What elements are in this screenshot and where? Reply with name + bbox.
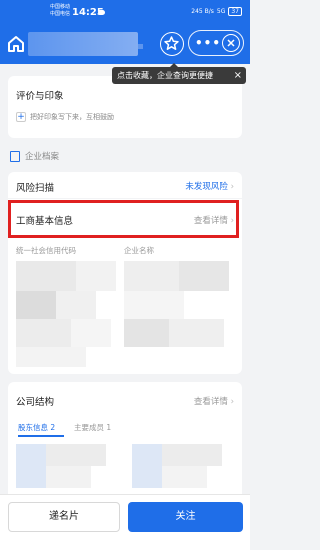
star-icon[interactable] <box>160 32 184 56</box>
battery-icon: 37 <box>228 7 242 16</box>
redacted-value <box>16 319 71 347</box>
signal-indicator: 5G <box>216 8 226 15</box>
redacted-shareholder <box>162 466 207 488</box>
redacted-shareholder <box>132 444 162 488</box>
carrier-1: 中国移动 <box>50 4 71 10</box>
redacted-value <box>16 291 56 319</box>
network-speed: 245 B/s <box>191 8 214 15</box>
tab-members-label: 主要成员 <box>74 423 104 432</box>
structure-link-text: 查看详情 <box>193 397 228 407</box>
credit-code-label: 统一社会信用代码 <box>16 246 76 255</box>
more-icon[interactable]: ••• <box>195 37 221 49</box>
review-title: 评价与印象 <box>16 91 64 102</box>
company-structure-card: 公司结构 查看详情 › 股东信息 2 主要成员 1 <box>8 382 242 494</box>
tooltip-text: 点击收藏，企业查询更便捷 <box>117 71 213 80</box>
chevron-right-icon: › <box>230 397 234 407</box>
redacted-value <box>169 319 224 347</box>
plus-icon: + <box>16 112 26 122</box>
home-icon[interactable] <box>6 34 26 54</box>
status-icons: 245 B/s 5G 37 <box>191 7 242 16</box>
document-icon <box>10 150 20 162</box>
mini-program-capsule: ••• <box>188 30 244 56</box>
wechat-icon <box>98 10 105 15</box>
write-review-button[interactable]: + 把好印象写下来，互相鼓励 <box>16 112 114 122</box>
follow-button[interactable]: 关注 <box>128 502 243 532</box>
redacted-shareholder <box>46 444 106 466</box>
highlight-box <box>8 200 239 238</box>
send-card-button[interactable]: 递名片 <box>8 502 120 532</box>
redacted-shareholder <box>46 466 91 488</box>
redacted-value <box>124 291 184 319</box>
redacted-value <box>76 261 116 291</box>
header-decoration <box>138 44 143 49</box>
tab-shareholders-label: 股东信息 <box>18 423 48 432</box>
risk-status[interactable]: 未发现风险 › <box>185 180 234 192</box>
redacted-value <box>179 261 229 291</box>
active-tab-indicator <box>18 435 64 437</box>
structure-detail-link[interactable]: 查看详情 › <box>194 395 234 407</box>
redacted-value <box>124 261 179 291</box>
redacted-shareholder <box>16 444 46 488</box>
redacted-shareholder <box>162 444 222 466</box>
tab-shareholders-count: 2 <box>50 423 56 432</box>
risk-scan-row[interactable]: 风险扫描 未发现风险 › <box>8 172 242 198</box>
review-hint: 把好印象写下来，互相鼓励 <box>30 113 114 121</box>
favorite-tooltip: 点击收藏，企业查询更便捷 × <box>112 63 246 84</box>
close-icon[interactable] <box>222 34 240 52</box>
tab-members-count: 1 <box>106 423 112 432</box>
risk-title: 风险扫描 <box>16 183 55 194</box>
chevron-right-icon: › <box>230 182 234 192</box>
archive-label: 企业档案 <box>25 152 60 162</box>
company-name-redacted <box>28 32 138 56</box>
redacted-value <box>71 319 111 347</box>
redacted-value <box>16 261 76 291</box>
carrier-info: 中国移动 中国电信 <box>50 4 70 18</box>
carrier-2: 中国电信 <box>50 11 71 17</box>
redacted-value <box>124 319 169 347</box>
app-header: ••• <box>0 24 250 64</box>
archive-section-label: 企业档案 <box>10 150 59 162</box>
status-bar: 中国移动 中国电信 14:25 245 B/s 5G 37 <box>0 0 250 24</box>
risk-status-text: 未发现风险 <box>185 182 228 192</box>
company-name-label: 企业名称 <box>124 246 154 255</box>
tooltip-close-icon[interactable]: × <box>234 67 242 84</box>
bottom-action-bar: 递名片 关注 <box>0 494 250 550</box>
redacted-value <box>56 291 96 319</box>
structure-title: 公司结构 <box>16 397 55 408</box>
tab-members[interactable]: 主要成员 1 <box>74 422 111 433</box>
review-card: 评价与印象 + 把好印象写下来，互相鼓励 <box>8 76 242 138</box>
redacted-value <box>16 347 86 367</box>
tab-shareholders[interactable]: 股东信息 2 <box>18 422 55 433</box>
